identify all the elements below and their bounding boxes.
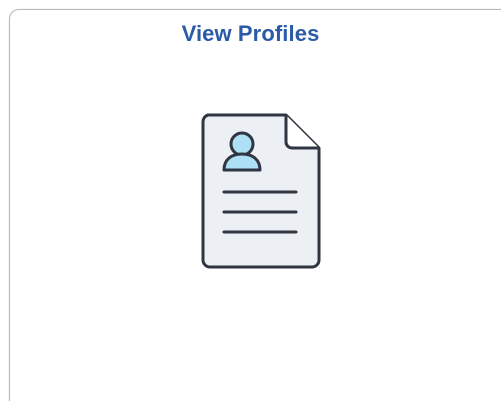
profile-document-icon [198,112,324,270]
tile-title: View Profiles [181,21,320,46]
